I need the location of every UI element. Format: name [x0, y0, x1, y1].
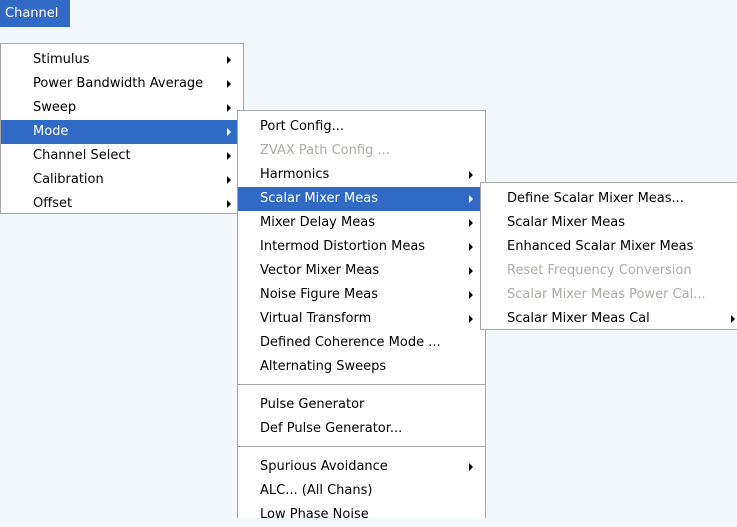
menu-item-calibration[interactable]: Calibration [1, 168, 243, 192]
menu-item-label: Defined Coherence Mode ... [260, 335, 441, 350]
menu-item-mixer-delay-meas[interactable]: Mixer Delay Meas [238, 211, 485, 235]
scalar-mixer-submenu: Define Scalar Mixer Meas... Scalar Mixer… [480, 182, 737, 330]
submenu-arrow-icon [469, 291, 473, 299]
submenu-arrow-icon [469, 243, 473, 251]
mode-submenu: Port Config... ZVAX Path Config ... Harm… [237, 110, 486, 522]
menu-item-mode[interactable]: Mode [1, 120, 243, 144]
menu-item-label: Scalar Mixer Meas Power Cal... [507, 287, 706, 302]
submenu-arrow-icon [469, 315, 473, 323]
menu-item-label: Pulse Generator [260, 397, 365, 412]
menu-item-label: Harmonics [260, 167, 330, 182]
menu-item-label: Spurious Avoidance [260, 459, 388, 474]
menu-item-defined-coherence-mode[interactable]: Defined Coherence Mode ... [238, 331, 485, 355]
menu-item-alternating-sweeps[interactable]: Alternating Sweeps [238, 355, 485, 379]
menu-item-label: Offset [33, 196, 73, 211]
menu-item-label: Calibration [33, 172, 104, 187]
submenu-arrow-icon [227, 80, 231, 88]
menu-item-virtual-transform[interactable]: Virtual Transform [238, 307, 485, 331]
menu-item-reset-frequency-conversion: Reset Frequency Conversion [481, 259, 737, 283]
menubar-channel[interactable]: Channel [0, 0, 70, 27]
menu-item-scalar-mixer-meas-cal[interactable]: Scalar Mixer Meas Cal [481, 307, 737, 331]
menu-item-pulse-generator[interactable]: Pulse Generator [238, 393, 485, 417]
menu-item-label: Scalar Mixer Meas [507, 215, 625, 230]
menu-item-harmonics[interactable]: Harmonics [238, 163, 485, 187]
menu-item-label: Channel Select [33, 148, 131, 163]
menu-item-label: Noise Figure Meas [260, 287, 378, 302]
submenu-arrow-icon [227, 104, 231, 112]
menu-item-port-config[interactable]: Port Config... [238, 115, 485, 139]
menu-item-label: Define Scalar Mixer Meas... [507, 191, 684, 206]
menu-item-label: Enhanced Scalar Mixer Meas [507, 239, 694, 254]
menu-item-stimulus[interactable]: Stimulus [1, 48, 243, 72]
menu-item-label: Def Pulse Generator... [260, 421, 403, 436]
menu-item-enhanced-scalar-mixer-meas[interactable]: Enhanced Scalar Mixer Meas [481, 235, 737, 259]
submenu-arrow-icon [469, 195, 473, 203]
submenu-arrow-icon [227, 176, 231, 184]
menu-item-label: Mode [33, 124, 69, 139]
menu-separator [238, 384, 485, 385]
submenu-arrow-icon [227, 200, 231, 208]
submenu-arrow-icon [227, 152, 231, 160]
menu-item-noise-figure-meas[interactable]: Noise Figure Meas [238, 283, 485, 307]
submenu-arrow-icon [731, 315, 735, 323]
menu-item-label: ZVAX Path Config ... [260, 143, 390, 158]
menu-item-label: Low Phase Noise [260, 507, 369, 522]
menu-separator [238, 446, 485, 447]
submenu-arrow-icon [469, 267, 473, 275]
menu-item-vector-mixer-meas[interactable]: Vector Mixer Meas [238, 259, 485, 283]
menu-item-define-scalar-mixer-meas[interactable]: Define Scalar Mixer Meas... [481, 187, 737, 211]
menu-item-scalar-mixer-meas-sub[interactable]: Scalar Mixer Meas [481, 211, 737, 235]
menu-item-label: Virtual Transform [260, 311, 372, 326]
menu-item-offset[interactable]: Offset [1, 192, 243, 216]
menu-item-zvax-path-config: ZVAX Path Config ... [238, 139, 485, 163]
menu-item-label: Sweep [33, 100, 77, 115]
submenu-arrow-icon [469, 219, 473, 227]
menu-item-label: Intermod Distortion Meas [260, 239, 426, 254]
menu-item-label: Power Bandwidth Average [33, 76, 204, 91]
menu-item-intermod-distortion-meas[interactable]: Intermod Distortion Meas [238, 235, 485, 259]
menu-item-label: Stimulus [33, 52, 90, 67]
menu-item-label: Alternating Sweeps [260, 359, 387, 374]
menu-item-channel-select[interactable]: Channel Select [1, 144, 243, 168]
menu-item-label: Mixer Delay Meas [260, 215, 375, 230]
menu-item-low-phase-noise[interactable]: Low Phase Noise [238, 503, 485, 527]
menu-item-spurious-avoidance[interactable]: Spurious Avoidance [238, 455, 485, 479]
menu-item-scalar-mixer-meas[interactable]: Scalar Mixer Meas [238, 187, 485, 211]
submenu-arrow-icon [469, 463, 473, 471]
menu-item-alc-all-chans[interactable]: ALC... (All Chans) [238, 479, 485, 503]
submenu-arrow-icon [469, 171, 473, 179]
menu-item-label: ALC... (All Chans) [260, 483, 373, 498]
menu-item-label: Vector Mixer Meas [260, 263, 380, 278]
channel-menu: Stimulus Power Bandwidth Average Sweep M… [0, 43, 244, 214]
submenu-arrow-icon [227, 56, 231, 64]
menu-item-scalar-mixer-meas-power-cal: Scalar Mixer Meas Power Cal... [481, 283, 737, 307]
menu-item-label: Scalar Mixer Meas Cal [507, 311, 650, 326]
menu-item-power-bandwidth-average[interactable]: Power Bandwidth Average [1, 72, 243, 96]
menu-item-label: Reset Frequency Conversion [507, 263, 692, 278]
menu-item-sweep[interactable]: Sweep [1, 96, 243, 120]
menu-item-label: Scalar Mixer Meas [260, 191, 378, 206]
submenu-arrow-icon [227, 128, 231, 136]
menu-item-def-pulse-generator[interactable]: Def Pulse Generator... [238, 417, 485, 441]
menu-item-label: Port Config... [260, 119, 345, 134]
